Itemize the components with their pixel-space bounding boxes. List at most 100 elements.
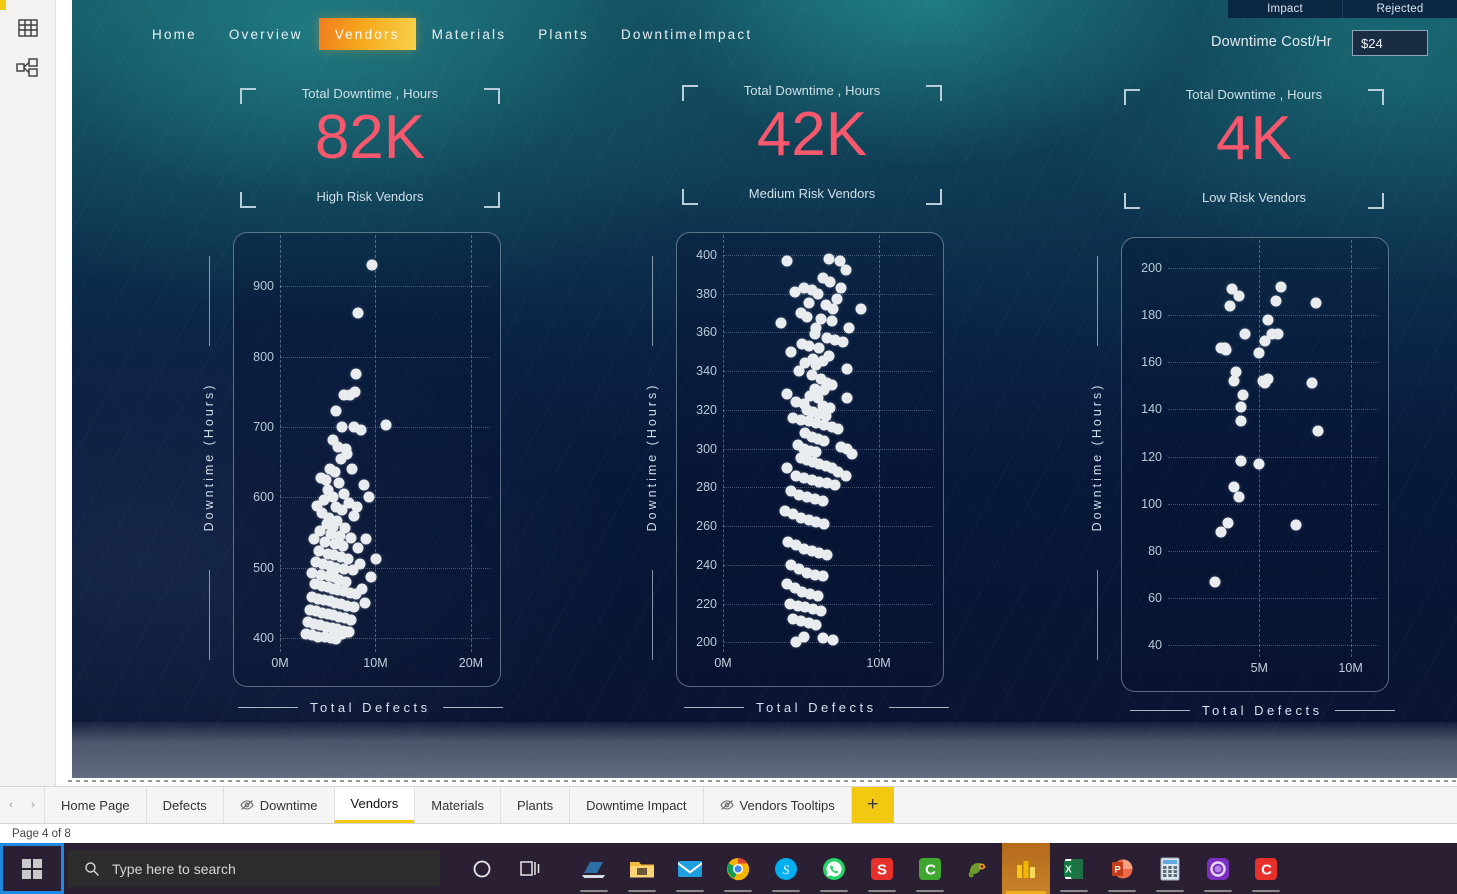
scatter-point[interactable] — [841, 392, 853, 404]
scatter-point[interactable] — [355, 424, 367, 436]
page-tab-downtime[interactable]: Downtime — [222, 787, 334, 823]
scatter-point[interactable] — [1270, 295, 1282, 307]
scatter-point[interactable] — [1253, 347, 1265, 359]
scatter-point[interactable] — [790, 636, 802, 648]
page-tab-defects[interactable]: Defects — [145, 787, 223, 823]
scatter-point[interactable] — [348, 601, 359, 613]
scatter-point[interactable] — [789, 286, 801, 298]
scatter-point[interactable] — [855, 303, 867, 315]
scatter-point[interactable] — [365, 571, 377, 583]
scatter-point[interactable] — [350, 368, 362, 380]
chrome-icon[interactable] — [714, 843, 762, 894]
data-view-icon[interactable] — [14, 14, 42, 42]
scatter-point[interactable] — [841, 363, 853, 375]
snagit-icon[interactable]: S — [858, 843, 906, 894]
powerpoint-icon[interactable]: P — [1098, 843, 1146, 894]
scatter-point[interactable] — [363, 491, 375, 503]
scatter-point[interactable] — [803, 340, 815, 352]
scatter-point[interactable] — [843, 322, 855, 334]
scatter-point[interactable] — [826, 315, 838, 327]
scatter-point[interactable] — [329, 466, 341, 478]
scatter-point[interactable] — [835, 282, 847, 294]
purple-circle-app-icon[interactable] — [1194, 843, 1242, 894]
excel-icon[interactable]: X — [1050, 843, 1098, 894]
scatter-point[interactable] — [359, 597, 371, 609]
scatter-point[interactable] — [817, 495, 829, 507]
scatter-point[interactable] — [1310, 297, 1322, 309]
scatter-point[interactable] — [821, 549, 833, 561]
scatter-point[interactable] — [1275, 281, 1287, 293]
scatter-point[interactable] — [812, 590, 824, 602]
page-tab-downtime-impact[interactable]: Downtime Impact — [569, 787, 703, 823]
scatter-point[interactable] — [801, 311, 813, 323]
camtasia-red-icon[interactable]: C — [1242, 843, 1290, 894]
scatter-point[interactable] — [818, 435, 830, 447]
nav-item-downtimeimpact[interactable]: DowntimeImpact — [605, 18, 768, 50]
scatter-point[interactable] — [354, 558, 366, 570]
scatter-point[interactable] — [846, 448, 858, 460]
page-tab-home-page[interactable]: Home Page — [44, 787, 146, 823]
scatter-point[interactable] — [335, 453, 347, 465]
task-view-icon[interactable] — [506, 843, 554, 894]
top-tab-impact[interactable]: Impact — [1228, 0, 1343, 18]
scatter-point[interactable] — [812, 288, 824, 300]
downtime-cost-input[interactable]: $24 — [1352, 30, 1428, 56]
scatter-plot-medium-risk[interactable]: 200 220 240 260 280 300 320 340 360 380 400 0M 10M — [696, 235, 933, 670]
scatter-point[interactable] — [817, 570, 829, 582]
scatter-point[interactable] — [1215, 526, 1227, 538]
mail-icon[interactable] — [666, 843, 714, 894]
scatter-point[interactable] — [1312, 425, 1324, 437]
scatter-point[interactable] — [1209, 576, 1221, 588]
scatter-point[interactable] — [793, 365, 805, 377]
scatter-point[interactable] — [1253, 458, 1265, 470]
chameleon-icon[interactable] — [954, 843, 1002, 894]
scatter-point[interactable] — [1224, 300, 1236, 312]
camtasia-icon[interactable]: C — [906, 843, 954, 894]
scatter-point[interactable] — [803, 297, 815, 309]
scatter-point[interactable] — [1239, 328, 1251, 340]
nav-item-home[interactable]: Home — [136, 18, 213, 50]
scatter-point[interactable] — [1257, 375, 1269, 387]
cortana-icon[interactable] — [458, 843, 506, 894]
scatter-point[interactable] — [1235, 401, 1247, 413]
nav-item-plants[interactable]: Plants — [522, 18, 605, 50]
scatter-point[interactable] — [1272, 328, 1284, 340]
scatter-point[interactable] — [837, 336, 849, 348]
file-explorer-icon[interactable] — [618, 843, 666, 894]
scatter-point[interactable] — [809, 328, 821, 340]
nav-item-overview[interactable]: Overview — [213, 18, 319, 50]
scatter-point[interactable] — [366, 259, 378, 271]
whatsapp-icon[interactable] — [810, 843, 858, 894]
scatter-point[interactable] — [360, 533, 372, 545]
scatter-point[interactable] — [840, 264, 852, 276]
scatter-point[interactable] — [356, 583, 368, 595]
scatter-point[interactable] — [1228, 375, 1240, 387]
scatter-point[interactable] — [810, 619, 822, 631]
page-tab-vendors-tooltips[interactable]: Vendors Tooltips — [702, 787, 852, 823]
taskbar-search-box[interactable]: Type here to search — [68, 850, 440, 887]
nav-item-materials[interactable]: Materials — [416, 18, 523, 50]
scatter-point[interactable] — [1290, 519, 1302, 531]
scatter-point[interactable] — [824, 276, 836, 288]
skype-icon[interactable]: S — [762, 843, 810, 894]
scatter-point[interactable] — [342, 626, 354, 638]
scatter-point[interactable] — [333, 477, 345, 489]
scatter-point[interactable] — [815, 605, 827, 617]
power-bi-icon[interactable] — [1002, 843, 1050, 894]
page-tabs-prev-button[interactable]: ‹ — [0, 787, 22, 823]
nav-item-vendors[interactable]: Vendors — [318, 18, 416, 50]
scatter-point[interactable] — [827, 634, 839, 646]
teamviewer-icon[interactable] — [570, 843, 618, 894]
scatter-point[interactable] — [344, 389, 356, 401]
scatter-point[interactable] — [330, 405, 342, 417]
page-tab-plants[interactable]: Plants — [499, 787, 570, 823]
calculator-icon[interactable] — [1146, 843, 1194, 894]
scatter-point[interactable] — [345, 614, 357, 626]
top-tab-rejected[interactable]: Rejected — [1343, 0, 1457, 18]
page-tab-vendors[interactable]: Vendors — [333, 787, 415, 823]
model-view-icon[interactable] — [14, 54, 42, 82]
scatter-point[interactable] — [1219, 342, 1231, 354]
scatter-point[interactable] — [829, 479, 841, 491]
scatter-point[interactable] — [308, 533, 320, 545]
scatter-point[interactable] — [336, 504, 348, 516]
